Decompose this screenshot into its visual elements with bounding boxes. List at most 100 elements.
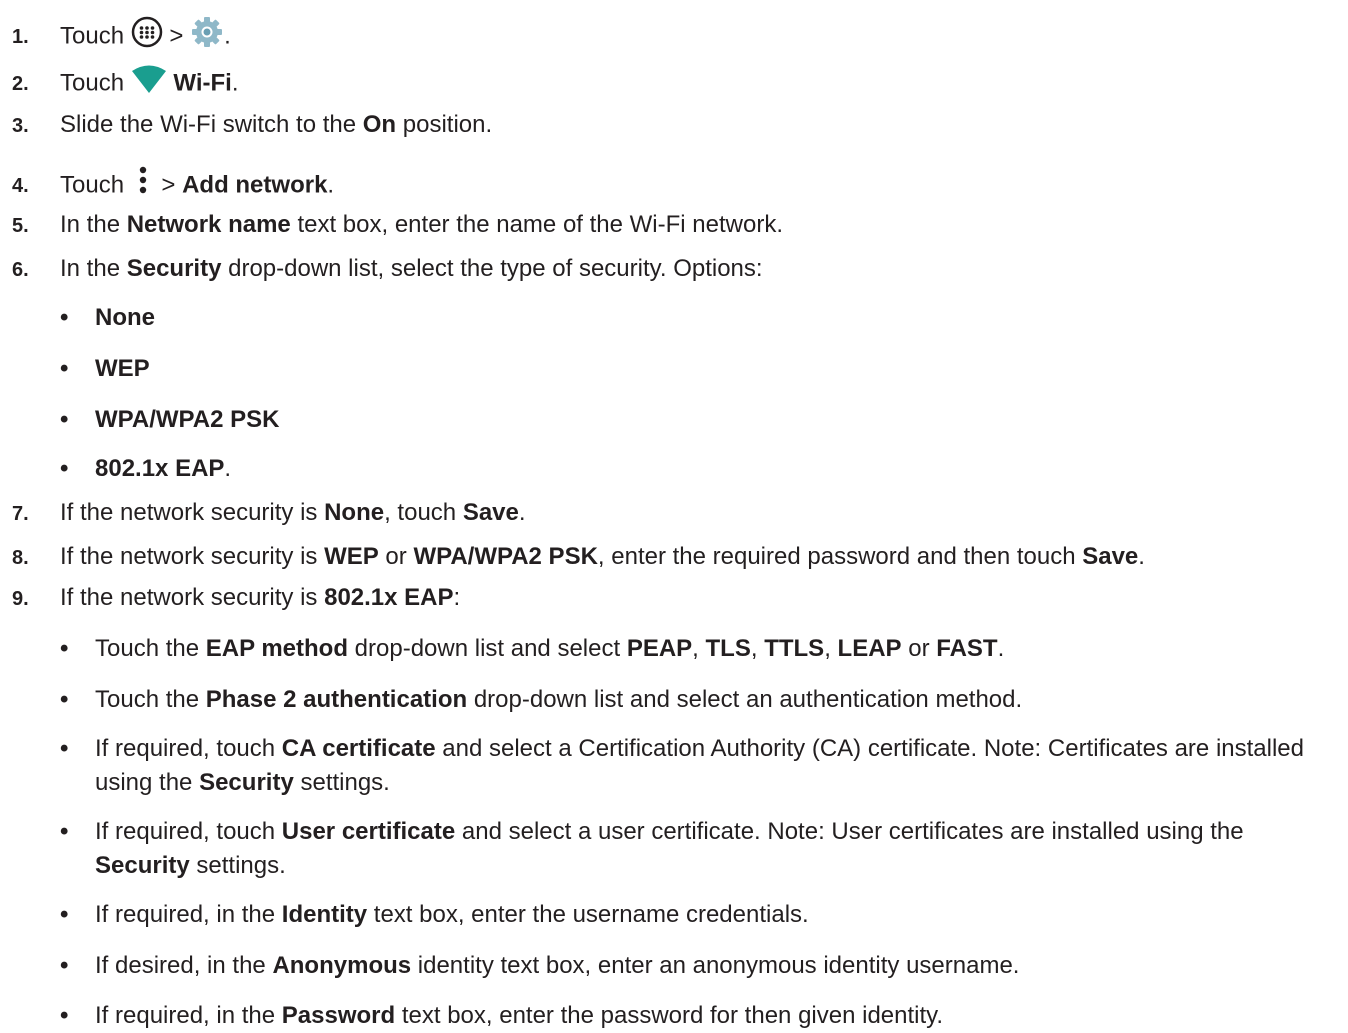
wpa-label: WPA/WPA2 PSK bbox=[413, 543, 598, 570]
step-text: drop-down list, select the type of secur… bbox=[221, 255, 763, 282]
eap-label: 802.1x EAP bbox=[324, 584, 454, 611]
step-7: 7. If the network security is None, touch… bbox=[12, 496, 526, 531]
overflow-menu-icon bbox=[137, 165, 149, 207]
add-network-label: Add network bbox=[182, 171, 328, 199]
step-number: 2. bbox=[12, 73, 29, 96]
step-text: , enter the required password and then t… bbox=[597, 543, 1083, 570]
greater-than: > bbox=[161, 171, 176, 199]
security-option-wep: • WEP bbox=[60, 352, 1335, 386]
bullet-text: Touch the bbox=[95, 686, 206, 713]
security-label: Security bbox=[95, 852, 190, 879]
phase2-bullet: • Touch the Phase 2 authentication drop-… bbox=[60, 683, 1335, 717]
period: . bbox=[224, 455, 232, 482]
bullet: • bbox=[60, 735, 69, 762]
tls-label: TLS bbox=[705, 635, 751, 662]
step-text: . bbox=[1138, 543, 1145, 570]
ca-certificate-label: CA certificate bbox=[281, 735, 436, 762]
bullet-text: If required, in the bbox=[95, 901, 282, 928]
bullet: • bbox=[60, 635, 69, 662]
security-label: Security bbox=[126, 255, 222, 282]
anonymous-label: Anonymous bbox=[272, 952, 412, 979]
step-number: 4. bbox=[12, 175, 29, 198]
save-label: Save bbox=[462, 499, 519, 526]
option-label: WEP bbox=[95, 355, 150, 382]
bullet-text: and select a user certificate. Note: Use… bbox=[455, 818, 1244, 845]
wifi-label: Wi-Fi bbox=[173, 69, 232, 97]
step-text: Touch bbox=[60, 22, 125, 50]
step-3: 3. Slide the Wi-Fi switch to the On posit… bbox=[12, 108, 492, 143]
peap-label: PEAP bbox=[626, 635, 693, 662]
wep-label: WEP bbox=[324, 543, 379, 570]
eap-method-bullet: • Touch the EAP method drop-down list an… bbox=[60, 632, 1335, 666]
bullet-text: settings. bbox=[189, 852, 286, 879]
anonymous-bullet: • If desired, in the Anonymous identity … bbox=[60, 949, 1335, 983]
bullet-text: drop-down list and select an authenticat… bbox=[467, 686, 1023, 713]
bullet-text: , bbox=[750, 635, 765, 662]
step-text: In the bbox=[60, 211, 127, 238]
step-9: 9. If the network security is 802.1x EAP: bbox=[12, 581, 460, 616]
option-label: WPA/WPA2 PSK bbox=[95, 406, 280, 433]
bullet: • bbox=[60, 952, 69, 979]
apps-grid-icon bbox=[131, 16, 163, 58]
step-4: 4. Touch > Add network. bbox=[12, 165, 334, 207]
bullet-text: drop-down list and select bbox=[348, 635, 627, 662]
bullet: • bbox=[60, 455, 69, 482]
bullet-text: If required, in the bbox=[95, 1002, 282, 1029]
step-text: If the network security is bbox=[60, 543, 325, 570]
option-label: 802.1x EAP bbox=[95, 455, 225, 482]
security-label: Security bbox=[199, 769, 294, 796]
bullet: • bbox=[60, 818, 69, 845]
save-label: Save bbox=[1082, 543, 1139, 570]
identity-bullet: • If required, in the Identity text box,… bbox=[60, 898, 1335, 932]
bullet: • bbox=[60, 304, 69, 331]
bullet-text: identity text box, enter an anonymous id… bbox=[411, 952, 1020, 979]
settings-gear-icon bbox=[190, 15, 224, 59]
step-8: 8. If the network security is WEP or WPA/… bbox=[12, 540, 1145, 575]
step-text: : bbox=[453, 584, 461, 611]
step-text: Touch bbox=[60, 69, 125, 97]
step-5: 5. In the Network name text box, enter th… bbox=[12, 208, 783, 243]
period: . bbox=[327, 171, 335, 199]
bullet-text: Touch the bbox=[95, 635, 206, 662]
user-certificate-bullet: • If required, touch User certificate an… bbox=[60, 815, 1335, 883]
bullet: • bbox=[60, 686, 69, 713]
greater-than: > bbox=[169, 22, 184, 50]
bullet-text: or bbox=[901, 635, 937, 662]
ca-certificate-bullet: • If required, touch CA certificate and … bbox=[60, 732, 1335, 800]
bullet: • bbox=[60, 901, 69, 928]
step-text: text box, enter the name of the Wi-Fi ne… bbox=[290, 211, 783, 238]
step-number: 3. bbox=[12, 115, 29, 137]
step-number: 7. bbox=[12, 503, 29, 525]
step-1: 1. Touch > . bbox=[12, 15, 231, 59]
bullet-text: If required, touch bbox=[95, 735, 282, 762]
bullet-text: , bbox=[692, 635, 706, 662]
option-label: None bbox=[95, 304, 155, 331]
bullet-text: settings. bbox=[293, 769, 390, 796]
step-text: or bbox=[378, 543, 414, 570]
document: 1. Touch > . 2. Touch Wi-Fi. 3. Slide th… bbox=[0, 0, 1348, 1029]
step-2: 2. Touch Wi-Fi. bbox=[12, 64, 239, 104]
security-option-none: • None bbox=[60, 301, 1335, 335]
bullet-text: If required, touch bbox=[95, 818, 282, 845]
bullet: • bbox=[60, 355, 69, 382]
step-text: Touch bbox=[60, 171, 125, 199]
user-certificate-label: User certificate bbox=[281, 818, 456, 845]
eap-method-label: EAP method bbox=[205, 635, 348, 662]
step-text: position. bbox=[396, 111, 493, 138]
bullet-text: text box, enter the username credentials… bbox=[367, 901, 809, 928]
fast-label: FAST bbox=[936, 635, 998, 662]
step-text: In the bbox=[60, 255, 127, 282]
ttls-label: TTLS bbox=[764, 635, 825, 662]
step-text: . bbox=[518, 499, 526, 526]
password-label: Password bbox=[281, 1002, 396, 1029]
step-number: 8. bbox=[12, 547, 29, 569]
period: . bbox=[224, 22, 231, 50]
on-label: On bbox=[362, 111, 397, 138]
network-name-label: Network name bbox=[126, 211, 291, 238]
step-text: If the network security is bbox=[60, 499, 325, 526]
period: . bbox=[231, 69, 239, 97]
bullet-text: If desired, in the bbox=[95, 952, 273, 979]
bullet-text: . bbox=[997, 635, 1005, 662]
leap-label: LEAP bbox=[837, 635, 902, 662]
bullet-text: text box, enter the password for then gi… bbox=[395, 1002, 944, 1029]
